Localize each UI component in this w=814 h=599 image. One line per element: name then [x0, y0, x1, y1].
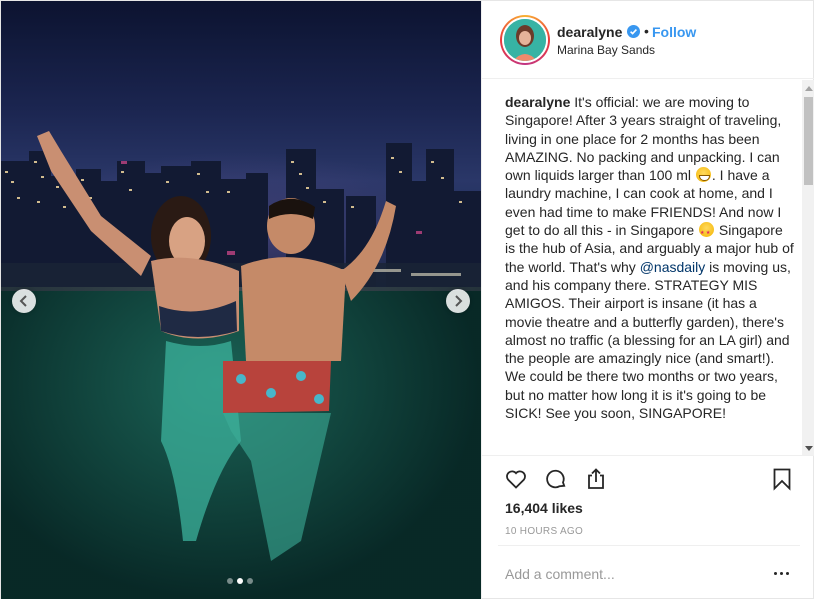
post-timestamp[interactable]: 10 HOURS AGO [505, 526, 583, 537]
caption-mention-link[interactable]: @nasdaily [640, 259, 706, 275]
comment-bubble-icon [546, 469, 566, 489]
post-caption: dearalyne It's official: we are moving t… [505, 93, 795, 422]
caption-scroll-area[interactable]: dearalyne It's official: we are moving t… [482, 80, 814, 456]
scroll-up-arrow[interactable] [802, 82, 814, 94]
scrollbar-thumb[interactable] [804, 97, 813, 185]
bookmark-icon [773, 468, 791, 491]
comment-button[interactable] [542, 465, 570, 493]
likes-count[interactable]: 16,404 likes [505, 500, 583, 516]
caption-scrollbar[interactable] [802, 80, 814, 455]
like-button[interactable] [502, 465, 530, 493]
more-options-icon[interactable] [774, 566, 794, 580]
caption-username[interactable]: dearalyne [505, 94, 570, 110]
comment-input[interactable] [505, 564, 755, 584]
chevron-left-icon [19, 295, 27, 307]
verified-badge-icon [627, 25, 640, 38]
heart-icon [506, 470, 526, 489]
carousel-dot-active [237, 578, 243, 584]
comment-bar [498, 545, 800, 599]
share-icon [588, 468, 604, 489]
couple-in-pool [37, 131, 396, 561]
post-actions [482, 457, 814, 501]
post-side-panel: dearalyne • Follow Marina Bay Sands dear… [481, 1, 814, 599]
chevron-right-icon [455, 295, 463, 307]
star-struck-face-icon [699, 222, 715, 242]
header-separator: • [644, 23, 649, 39]
follow-button[interactable]: Follow [652, 24, 696, 40]
scroll-down-arrow[interactable] [802, 442, 814, 454]
post-photo[interactable] [1, 1, 481, 599]
share-button[interactable] [582, 465, 610, 493]
avatar-image [504, 19, 546, 61]
caption-text: is moving us, and his company there. STR… [505, 258, 791, 422]
location-link[interactable]: Marina Bay Sands [557, 43, 655, 57]
grinning-face-icon [695, 167, 711, 183]
post-header: dearalyne • Follow Marina Bay Sands [482, 1, 814, 79]
header-username[interactable]: dearalyne [557, 24, 622, 40]
avatar-story-ring[interactable] [500, 15, 550, 65]
carousel-prev-button[interactable] [12, 289, 36, 313]
avatar[interactable] [502, 17, 548, 63]
carousel-dot [247, 578, 253, 584]
carousel-next-button[interactable] [446, 289, 470, 313]
save-button[interactable] [768, 465, 796, 493]
carousel-dot [227, 578, 233, 584]
carousel-indicator [227, 578, 253, 584]
instagram-post: dearalyne • Follow Marina Bay Sands dear… [0, 0, 814, 599]
